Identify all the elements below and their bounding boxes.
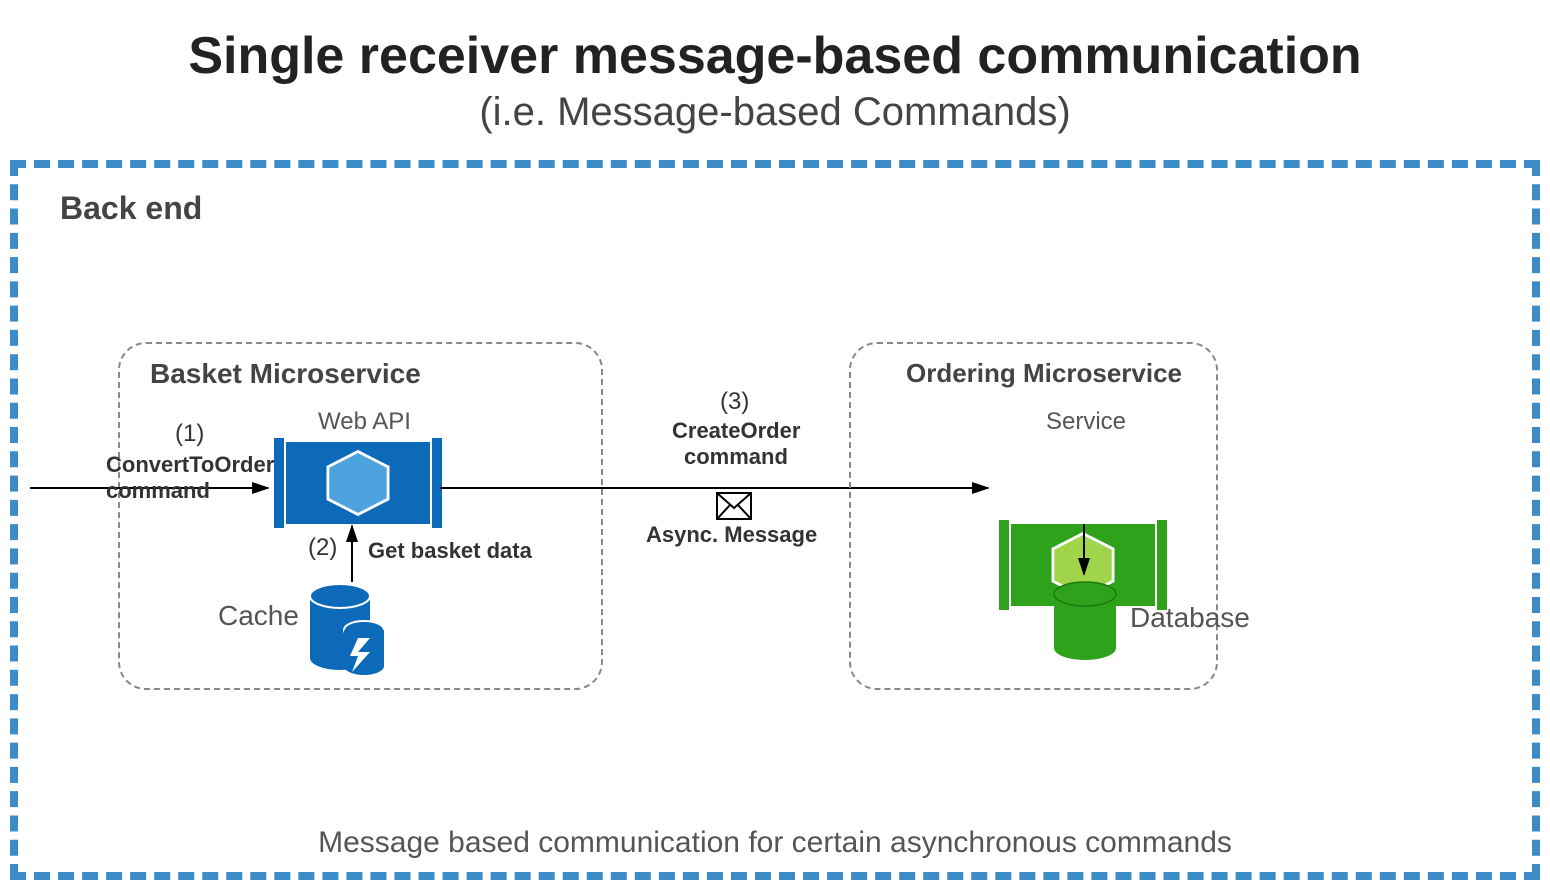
ordering-title: Ordering Microservice [906,358,1182,389]
database-icon [1052,580,1118,662]
diagram-caption: Message based communication for certain … [0,826,1550,860]
backend-label: Back end [60,190,202,227]
hexagon-icon [323,448,393,518]
database-label: Database [1130,602,1250,634]
basket-title: Basket Microservice [150,358,421,390]
step-3-number: (3) [720,388,749,416]
ordering-microservice-box [849,342,1218,690]
step-1-line2: command [106,478,210,504]
step-3-line1: CreateOrder [672,418,800,444]
cache-icon [308,580,390,680]
step-2-number: (2) [308,534,337,562]
step-1-line1: ConvertToOrder [106,452,274,478]
web-api-label: Web API [318,408,411,436]
arrow-get-basket-data [340,522,364,586]
diagram-title: Single receiver message-based communicat… [0,26,1550,86]
arrow-service-to-db [1072,522,1096,582]
web-api-icon [278,442,438,524]
service-label: Service [1046,408,1126,436]
envelope-icon [716,492,752,520]
cache-label: Cache [218,600,299,632]
step-2-label: Get basket data [368,538,532,564]
async-message-label: Async. Message [646,522,817,548]
step-3-line2: command [684,444,788,470]
diagram-subtitle: (i.e. Message-based Commands) [0,90,1550,135]
step-1-number: (1) [175,420,204,448]
